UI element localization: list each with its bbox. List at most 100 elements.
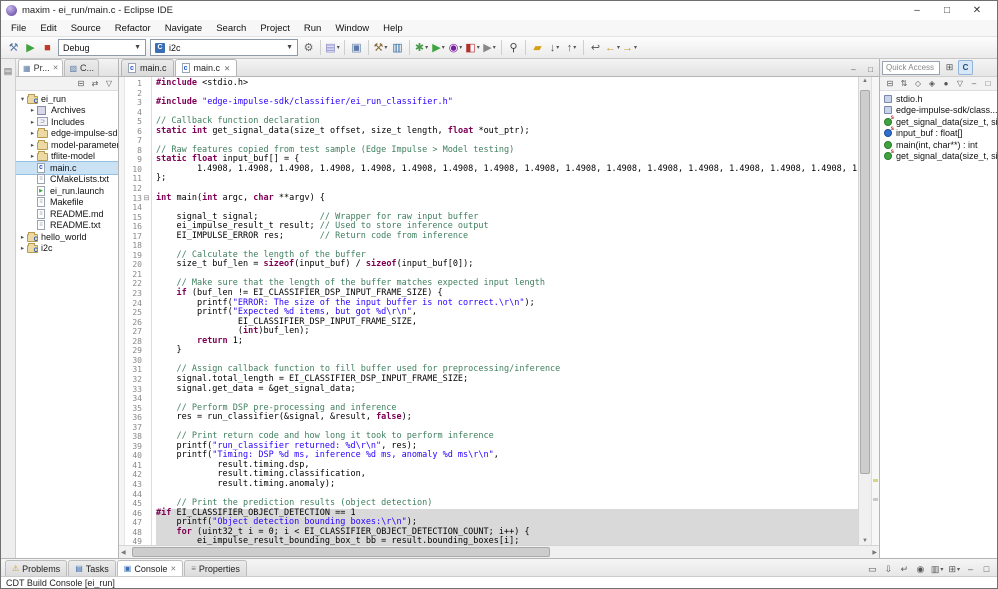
menu-edit[interactable]: Edit <box>33 22 63 35</box>
build-all-button[interactable]: ⚒▾ <box>372 39 389 57</box>
mark-occurrences-button[interactable]: ▰ <box>529 39 546 57</box>
scroll-right-icon[interactable]: ▶ <box>872 546 877 558</box>
outline-item-edge-impulse-sdk-class-[interactable]: edge-impulse-sdk/class... <box>880 105 997 117</box>
tree-item-i2c[interactable]: ▸i2c <box>16 243 118 255</box>
scroll-lock-button[interactable]: ⇩ <box>882 562 895 576</box>
menu-help[interactable]: Help <box>376 22 410 35</box>
menu-refactor[interactable]: Refactor <box>108 22 158 35</box>
external-tools-button[interactable]: ▶▾ <box>481 39 498 57</box>
display-selected-console-button[interactable]: ▥▾ <box>930 562 945 576</box>
maximize-view-button[interactable]: □ <box>982 78 994 90</box>
tree-item-hello_world[interactable]: ▸hello_world <box>16 231 118 243</box>
collapse-all-button[interactable]: ⊟ <box>75 78 87 90</box>
expand-arrow-icon[interactable]: ▸ <box>18 244 27 252</box>
collapse-all-button[interactable]: ⊟ <box>884 78 896 90</box>
scroll-down-icon[interactable]: ▼ <box>859 538 871 544</box>
sort-button[interactable]: ⇅ <box>898 78 910 90</box>
debug-button[interactable]: ✱▾ <box>413 39 430 57</box>
maximize-view-button[interactable]: □ <box>980 562 993 576</box>
close-window-button[interactable]: ✕ <box>962 2 992 19</box>
quick-access-input[interactable] <box>882 61 940 75</box>
last-edit-location-button[interactable]: ↩ <box>587 39 604 57</box>
open-perspective-button[interactable]: ⊞ <box>942 60 957 75</box>
outline-item-main-int-char-int[interactable]: main(int, char**) : int <box>880 139 997 151</box>
horizontal-scroll-thumb[interactable] <box>132 547 550 557</box>
launchbar-launch-button[interactable]: ▶ <box>22 39 39 57</box>
close-icon[interactable]: ✕ <box>53 64 59 72</box>
menu-search[interactable]: Search <box>209 22 253 35</box>
tree-item-ei_run[interactable]: ▾ei_run <box>16 93 118 105</box>
outline-item-input_buf-float-[interactable]: input_buf : float[] <box>880 128 997 140</box>
view-menu-button[interactable]: ▽ <box>103 78 115 90</box>
save-button[interactable]: ▣ <box>348 39 365 57</box>
maximize-window-button[interactable]: □ <box>932 2 962 19</box>
open-terminal-button[interactable]: ▥ <box>389 39 406 57</box>
link-with-editor-button[interactable]: ⇄ <box>89 78 101 90</box>
coverage-button[interactable]: ◧▾ <box>464 39 481 57</box>
launch-target-settings-button[interactable]: ⚙ <box>300 39 317 57</box>
menu-file[interactable]: File <box>4 22 33 35</box>
editor-tab-main.c-1[interactable]: main.c✕ <box>175 59 238 76</box>
expand-arrow-icon[interactable]: ▸ <box>28 106 37 114</box>
launch-config-combo[interactable]: C i2c ▼ <box>150 39 298 56</box>
expand-arrow-icon[interactable]: ▸ <box>18 233 27 241</box>
new-button[interactable]: ▤▾ <box>324 39 341 57</box>
bottom-tab-problems[interactable]: ⚠Problems <box>5 560 67 576</box>
explorer-tab-Pr[interactable]: ▦Pr...✕ <box>18 59 63 76</box>
tree-item-README.md[interactable]: README.md <box>16 208 118 220</box>
editor-tab-main.c-0[interactable]: main.c <box>121 59 174 76</box>
previous-annotation-button[interactable]: ↑▾ <box>563 39 580 57</box>
expand-arrow-icon[interactable]: ▸ <box>28 118 37 126</box>
close-icon[interactable]: ✕ <box>224 64 230 73</box>
cpp-perspective-button[interactable]: C <box>958 60 973 75</box>
forward-button[interactable]: →▾ <box>621 39 638 57</box>
explorer-tab-C[interactable]: ▧C... <box>64 59 99 76</box>
tree-item-Archives[interactable]: ▸Archives <box>16 105 118 117</box>
back-button[interactable]: ←▾ <box>604 39 621 57</box>
tree-item-edge-impulse-sdk[interactable]: ▸edge-impulse-sdk <box>16 128 118 140</box>
scroll-left-icon[interactable]: ◀ <box>121 546 126 558</box>
minimize-editor-button[interactable]: – <box>845 62 862 76</box>
menu-source[interactable]: Source <box>64 22 108 35</box>
search-button[interactable]: ⚲ <box>505 39 522 57</box>
outline-item-get_signal_data-size_t-si[interactable]: get_signal_data(size_t, si <box>880 116 997 128</box>
tree-item-tflite-model[interactable]: ▸tflite-model <box>16 151 118 163</box>
tree-item-ei_run.launch[interactable]: ei_run.launch <box>16 185 118 197</box>
tree-item-Includes[interactable]: ▸Includes <box>16 116 118 128</box>
tree-item-main.c[interactable]: main.c <box>16 162 118 174</box>
menu-window[interactable]: Window <box>328 22 376 35</box>
expand-arrow-icon[interactable]: ▾ <box>18 95 27 103</box>
outline-item-stdio-h[interactable]: stdio.h <box>880 93 997 105</box>
close-icon[interactable]: ✕ <box>170 565 176 573</box>
run-button[interactable]: ▶▾ <box>430 39 447 57</box>
launch-mode-combo[interactable]: Debug ▼ <box>58 39 146 56</box>
launchbar-build-button[interactable]: ⚒ <box>5 39 22 57</box>
menu-project[interactable]: Project <box>253 22 297 35</box>
expand-arrow-icon[interactable]: ▸ <box>28 152 37 160</box>
minimize-view-button[interactable]: – <box>968 78 980 90</box>
tree-item-CMakeLists.txt[interactable]: CMakeLists.txt <box>16 174 118 186</box>
maximize-editor-button[interactable]: □ <box>862 62 879 76</box>
tree-item-README.txt[interactable]: README.txt <box>16 220 118 232</box>
open-console-button[interactable]: ⊞▾ <box>947 562 961 576</box>
minimize-view-button[interactable]: – <box>964 562 977 576</box>
outline-item-get_signal_data-size_t-si[interactable]: get_signal_data(size_t, si <box>880 151 997 163</box>
overview-ruler[interactable] <box>871 77 879 545</box>
editor-horizontal-scrollbar[interactable]: ◀ ▶ <box>119 545 879 558</box>
bottom-tab-tasks[interactable]: ▤Tasks <box>68 560 116 576</box>
scroll-up-icon[interactable]: ▲ <box>859 78 871 84</box>
profile-button[interactable]: ◉▾ <box>447 39 464 57</box>
hide-fields-button[interactable]: ◇ <box>912 78 924 90</box>
vertical-scroll-thumb[interactable] <box>860 90 870 474</box>
tree-item-model-parameters[interactable]: ▸model-parameters <box>16 139 118 151</box>
launchbar-stop-button[interactable]: ■ <box>39 39 56 57</box>
hide-non-public-button[interactable]: ● <box>940 78 952 90</box>
bottom-tab-properties[interactable]: ≡Properties <box>184 560 247 576</box>
bottom-tab-console[interactable]: ▣Console✕ <box>117 560 183 576</box>
tree-item-Makefile[interactable]: Makefile <box>16 197 118 209</box>
menu-navigate[interactable]: Navigate <box>158 22 210 35</box>
minimize-window-button[interactable]: – <box>902 2 932 19</box>
hide-static-members-button[interactable]: ◈ <box>926 78 938 90</box>
next-annotation-button[interactable]: ↓▾ <box>546 39 563 57</box>
word-wrap-button[interactable]: ↵ <box>898 562 911 576</box>
